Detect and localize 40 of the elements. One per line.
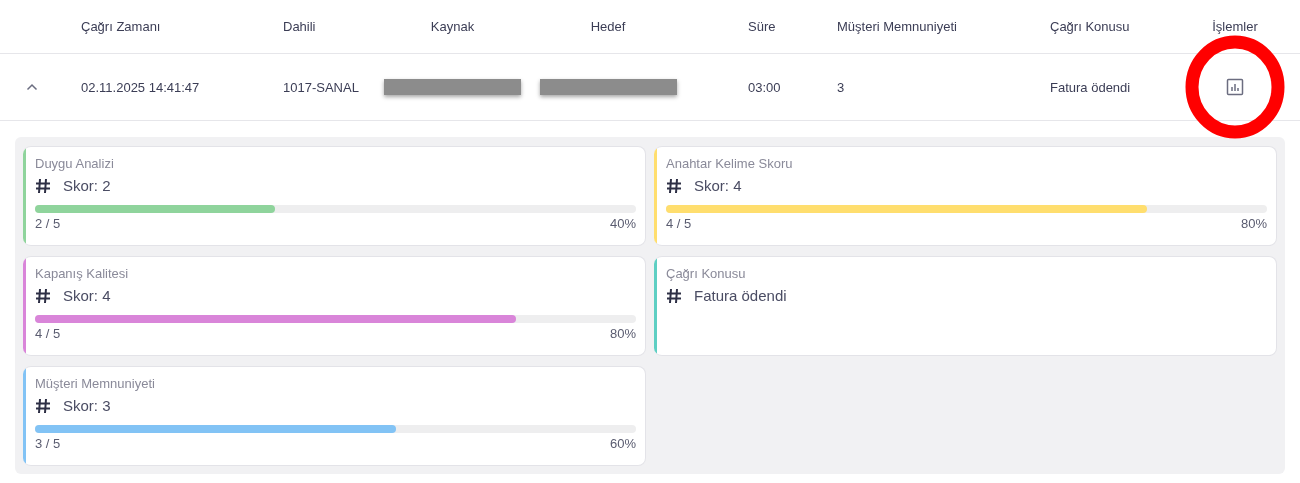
table-cell: 02.11.2025 14:41:47 [81, 79, 200, 95]
score-percent: 80% [1240, 216, 1267, 231]
card-title: Anahtar Kelime Skoru [666, 156, 794, 171]
score-fraction: 4 / 5 [35, 326, 61, 341]
table-cell-text: 03:00 [747, 79, 781, 95]
score-value: Skor: 3 [63, 397, 111, 414]
column-header: Süre [747, 19, 776, 34]
score-value: Skor: 4 [63, 287, 111, 304]
score-percent: 60% [609, 436, 636, 451]
score-fraction: 4 / 5 [666, 216, 692, 231]
column-header: Dahili [283, 19, 316, 34]
score-fraction: 3 / 5 [35, 436, 61, 451]
collapse-button[interactable] [24, 81, 40, 93]
table-cell: Fatura ödendi [1050, 79, 1131, 95]
score-percent: 40% [609, 216, 636, 231]
chevron-icon [26, 83, 38, 91]
bar-chart-icon [1226, 78, 1244, 96]
column-header: Müşteri Memnuniyeti [837, 19, 957, 34]
chart-button[interactable] [1226, 78, 1244, 96]
column-header: Kaynak [430, 19, 475, 34]
card-title: Duygu Analizi [35, 156, 115, 171]
score-value: Fatura ödendi [694, 287, 787, 304]
card-title: Müşteri Memnuniyeti [35, 376, 156, 391]
table-cell: 3 [837, 79, 845, 95]
column-header: İşlemler [1212, 19, 1258, 34]
hash-icon [666, 287, 682, 304]
score-percent: 80% [609, 326, 636, 341]
score-value: Skor: 2 [63, 177, 111, 194]
hash-icon [35, 287, 51, 304]
score-value: Skor: 4 [694, 177, 742, 194]
card-title: Çağrı Konusu [666, 266, 747, 281]
table-cell: 1017-SANAL [283, 79, 359, 95]
column-header: Hedef [590, 19, 626, 34]
column-header: Çağrı Zamanı [81, 19, 161, 34]
hash-icon [666, 177, 682, 194]
hash-icon [35, 397, 51, 414]
score-fraction: 2 / 5 [35, 216, 61, 231]
hash-icon [35, 177, 51, 194]
card-title: Kapanış Kalitesi [35, 266, 130, 281]
column-header: Çağrı Konusu [1050, 19, 1130, 34]
